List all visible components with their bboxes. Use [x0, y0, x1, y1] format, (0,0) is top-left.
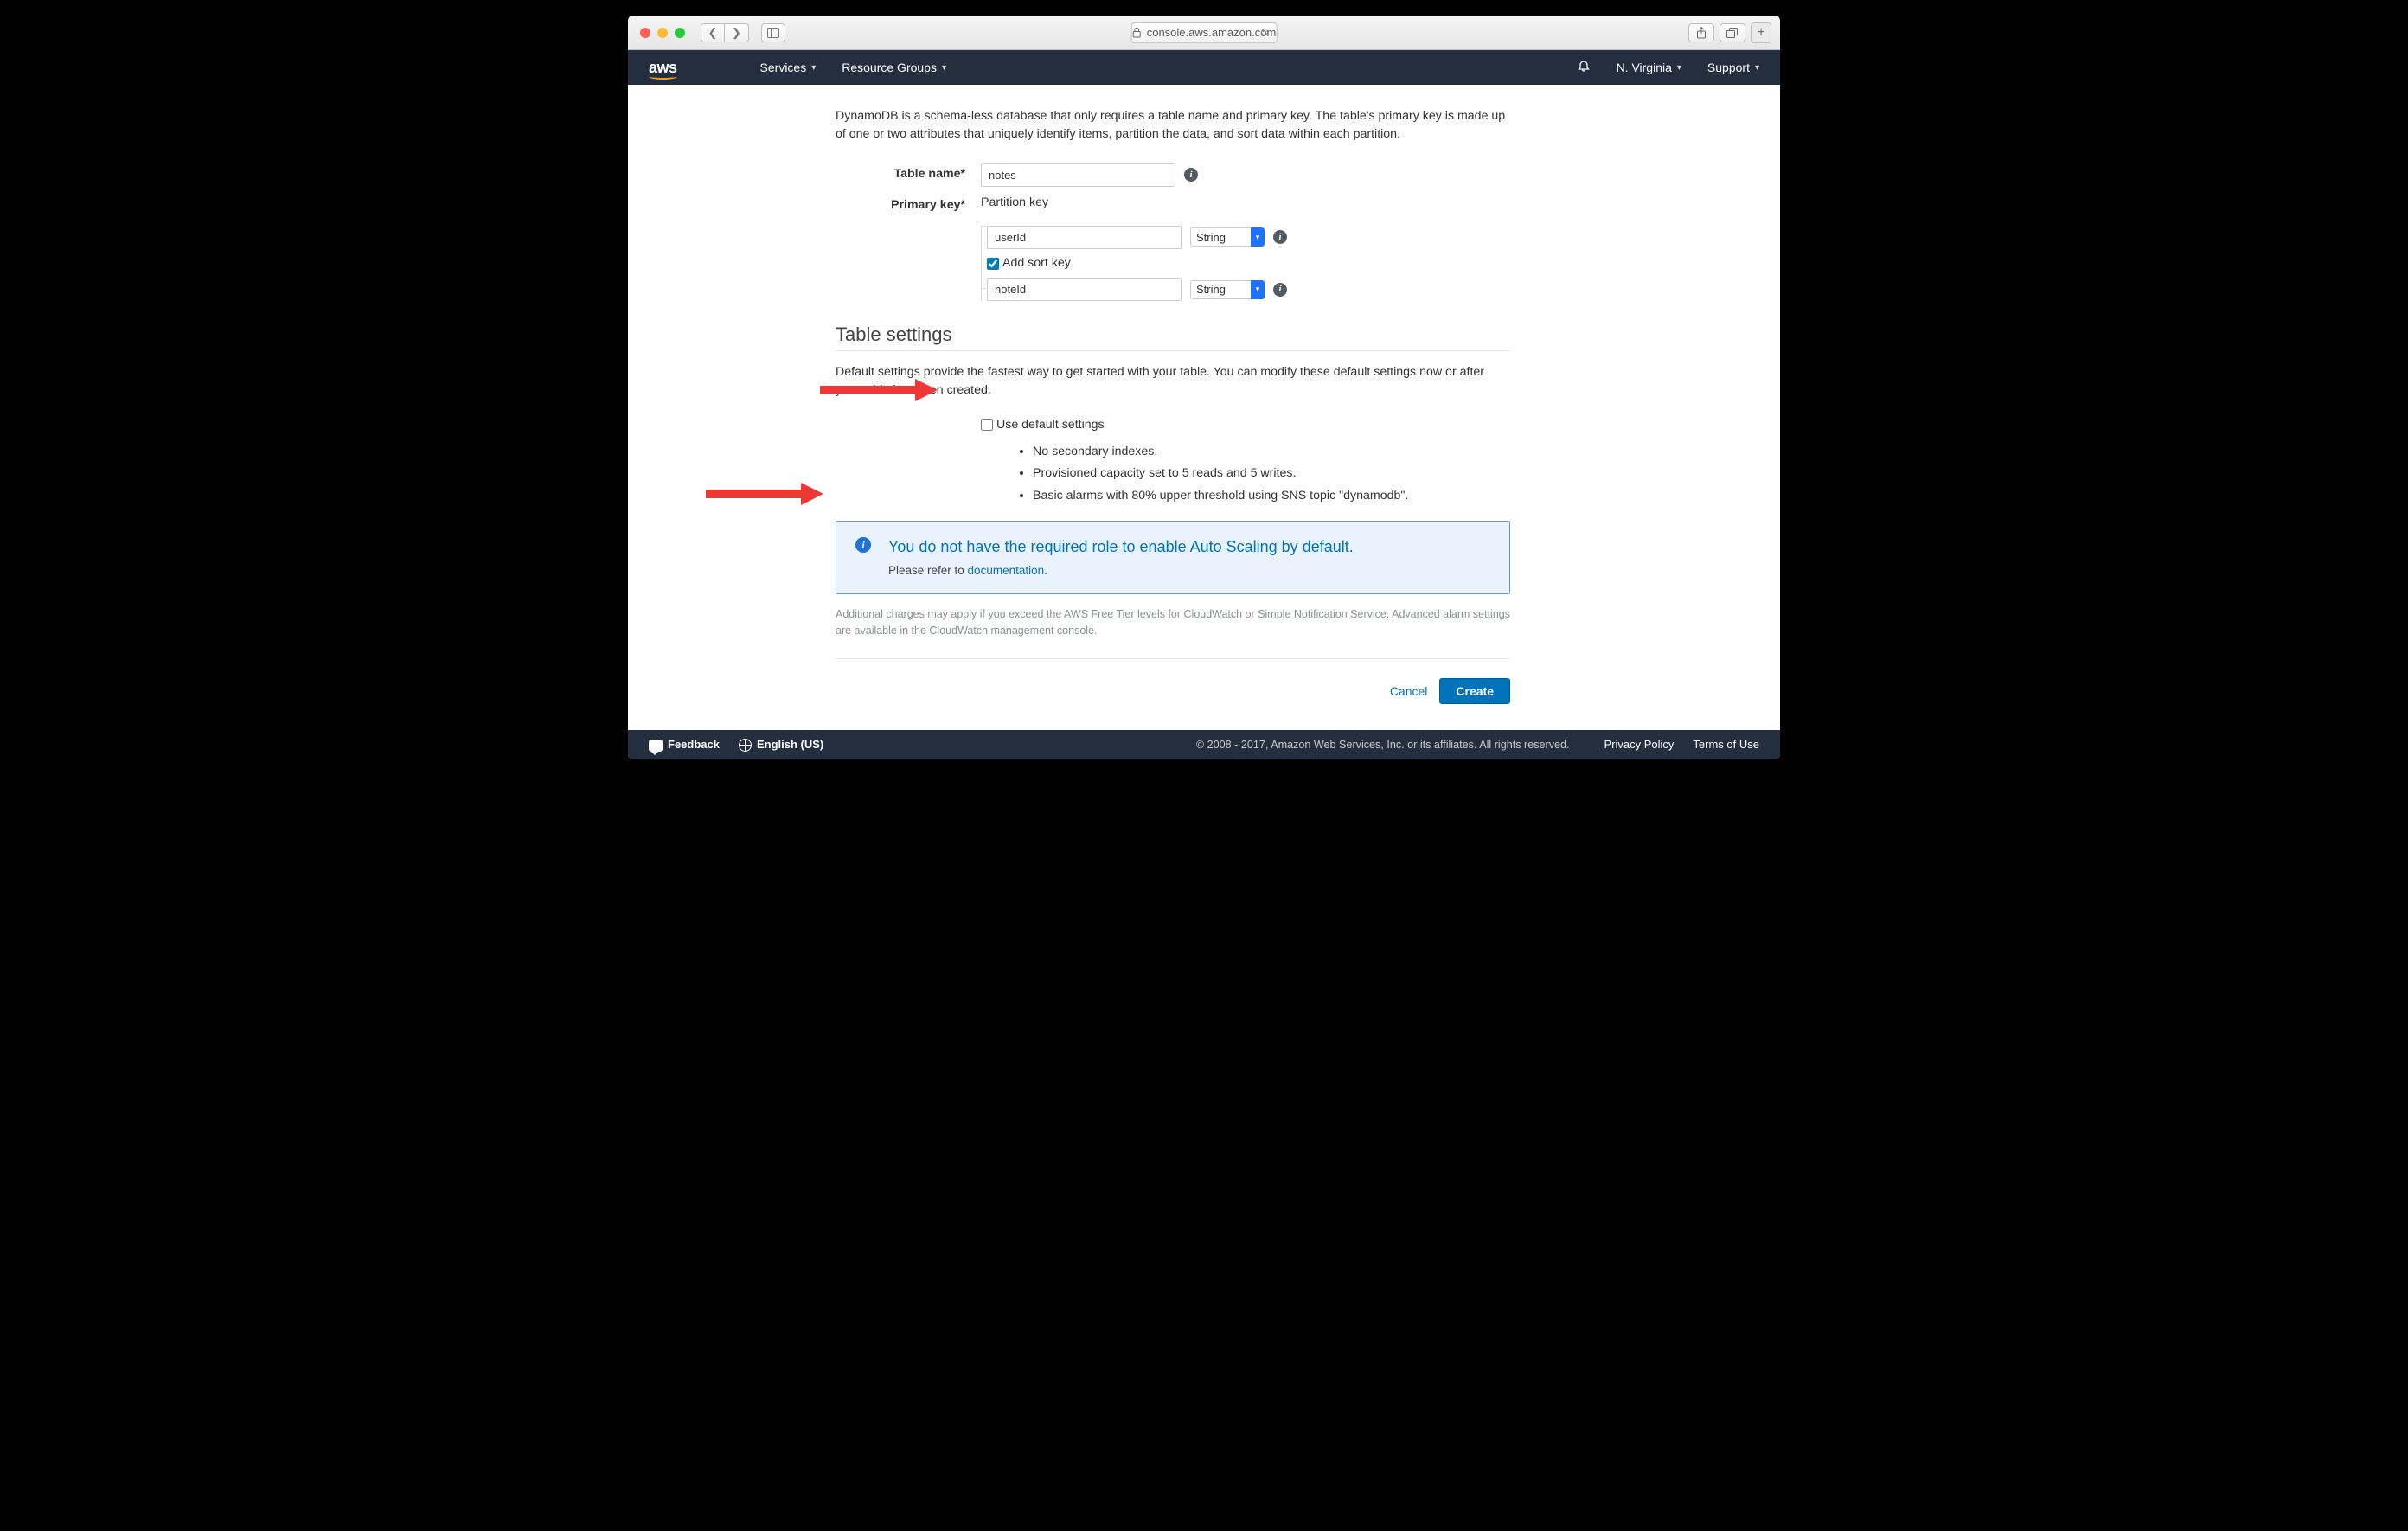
- alert-body: Please refer to documentation.: [888, 562, 1489, 580]
- window-traffic-lights: [640, 28, 685, 38]
- globe-icon: [739, 739, 752, 752]
- resource-groups-menu[interactable]: Resource Groups ▾: [842, 61, 946, 74]
- create-button[interactable]: Create: [1439, 678, 1510, 704]
- annotation-arrow: [706, 483, 831, 505]
- minimize-window-button[interactable]: [657, 28, 668, 38]
- use-default-settings-label: Use default settings: [996, 416, 1105, 434]
- url-bar[interactable]: console.aws.amazon.com ↻: [1131, 22, 1278, 43]
- default-settings-list: No secondary indexes. Provisioned capaci…: [1017, 443, 1510, 505]
- region-label: N. Virginia: [1617, 61, 1672, 74]
- annotation-arrow: [820, 379, 945, 401]
- browser-window: ❮ ❯ console.aws.amazon.com ↻ + aws Servi…: [628, 16, 1780, 759]
- close-window-button[interactable]: [640, 28, 650, 38]
- chevron-down-icon: ▾: [1251, 280, 1265, 299]
- partition-key-type-select[interactable]: String ▾: [1190, 227, 1265, 247]
- chevron-down-icon: ▾: [811, 63, 816, 73]
- info-alert: i You do not have the required role to e…: [836, 521, 1510, 594]
- privacy-policy-link[interactable]: Privacy Policy: [1604, 738, 1675, 751]
- aws-header: aws Services ▾ Resource Groups ▾ N. Virg…: [628, 50, 1780, 85]
- new-tab-button[interactable]: +: [1751, 22, 1771, 43]
- browser-sidebar-button[interactable]: [761, 23, 785, 42]
- tabs-button[interactable]: [1720, 23, 1745, 42]
- list-item: Provisioned capacity set to 5 reads and …: [1033, 464, 1510, 483]
- documentation-link[interactable]: documentation: [968, 564, 1045, 577]
- alert-title: You do not have the required role to ena…: [888, 535, 1489, 559]
- browser-back-button[interactable]: ❮: [701, 23, 725, 42]
- info-icon[interactable]: i: [1273, 283, 1287, 297]
- lock-icon: [1132, 27, 1142, 38]
- chevron-down-icon: ▾: [1677, 63, 1681, 73]
- table-settings-heading: Table settings: [836, 320, 1510, 351]
- cancel-button[interactable]: Cancel: [1390, 684, 1428, 698]
- primary-key-label: Primary key*: [836, 194, 981, 215]
- aws-footer: Feedback English (US) © 2008 - 2017, Ama…: [628, 730, 1780, 759]
- url-host: console.aws.amazon.com: [1147, 26, 1277, 39]
- add-sort-key-checkbox[interactable]: [987, 258, 999, 270]
- aws-logo[interactable]: aws: [649, 59, 677, 77]
- table-name-label: Table name*: [836, 165, 981, 183]
- browser-titlebar: ❮ ❯ console.aws.amazon.com ↻ +: [628, 16, 1780, 50]
- partition-key-input[interactable]: [987, 226, 1182, 249]
- chevron-down-icon: ▾: [942, 63, 946, 73]
- info-icon[interactable]: i: [1184, 168, 1198, 182]
- region-menu[interactable]: N. Virginia ▾: [1617, 61, 1681, 74]
- intro-paragraph: DynamoDB is a schema-less database that …: [836, 107, 1510, 144]
- info-icon: i: [855, 537, 871, 553]
- info-icon[interactable]: i: [1273, 230, 1287, 244]
- services-menu[interactable]: Services ▾: [760, 61, 817, 74]
- list-item: Basic alarms with 80% upper threshold us…: [1033, 487, 1510, 505]
- chevron-down-icon: ▾: [1755, 63, 1759, 73]
- copyright-text: © 2008 - 2017, Amazon Web Services, Inc.…: [842, 739, 1569, 751]
- use-default-settings-checkbox[interactable]: [981, 419, 993, 431]
- footnote: Additional charges may apply if you exce…: [836, 606, 1510, 639]
- fullscreen-window-button[interactable]: [675, 28, 685, 38]
- page-content: DynamoDB is a schema-less database that …: [628, 85, 1780, 730]
- list-item: No secondary indexes.: [1033, 443, 1510, 461]
- sort-key-type-select[interactable]: String ▾: [1190, 280, 1265, 299]
- resource-groups-label: Resource Groups: [842, 61, 937, 74]
- table-name-input[interactable]: [981, 163, 1175, 187]
- notifications-icon[interactable]: [1577, 59, 1591, 77]
- services-label: Services: [760, 61, 807, 74]
- support-label: Support: [1707, 61, 1750, 74]
- language-link[interactable]: English (US): [739, 738, 823, 752]
- share-button[interactable]: [1688, 23, 1714, 42]
- chevron-down-icon: ▾: [1251, 227, 1265, 247]
- speech-bubble-icon: [649, 740, 663, 752]
- feedback-link[interactable]: Feedback: [649, 738, 720, 752]
- terms-of-use-link[interactable]: Terms of Use: [1693, 738, 1759, 751]
- browser-forward-button[interactable]: ❯: [725, 23, 749, 42]
- support-menu[interactable]: Support ▾: [1707, 61, 1759, 74]
- sort-key-input[interactable]: [987, 278, 1182, 301]
- partition-key-label: Partition key: [981, 194, 1048, 212]
- add-sort-key-label: Add sort key: [1002, 254, 1071, 272]
- reload-icon[interactable]: ↻: [1259, 26, 1269, 40]
